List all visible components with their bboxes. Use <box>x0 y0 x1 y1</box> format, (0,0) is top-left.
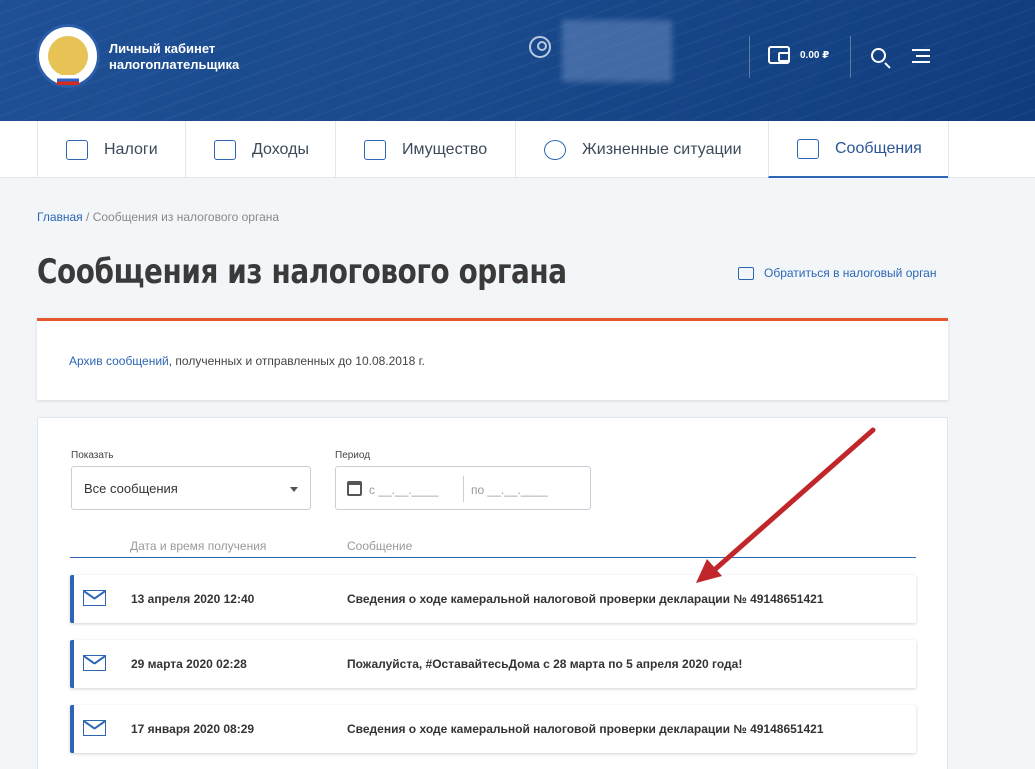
period-from-input[interactable]: с __.__.____ <box>369 483 438 497</box>
fns-logo[interactable] <box>36 24 100 88</box>
header-divider <box>749 36 750 78</box>
search-icon[interactable] <box>871 48 886 63</box>
nav-item-label: Жизненные ситуации <box>582 140 742 158</box>
brand-title[interactable]: Личный кабинет налогоплательщика <box>109 41 269 73</box>
period-to-input[interactable]: по __.__.____ <box>471 483 548 497</box>
archive-text: Архив сообщений, полученных и отправленн… <box>69 354 425 368</box>
header-divider <box>70 557 916 558</box>
site-header: Личный кабинет налогоплательщика 0.00 ₽ <box>0 0 1035 121</box>
calendar-icon[interactable] <box>347 481 362 496</box>
balance-amount[interactable]: 0.00 ₽ <box>800 50 829 61</box>
main-nav: Налоги Доходы Имущество Жизненные ситуац… <box>0 121 1035 178</box>
column-header-message: Сообщение <box>347 539 413 553</box>
contact-tax-office-link[interactable]: Обратиться в налоговый орган <box>738 266 936 280</box>
chevron-down-icon <box>290 487 298 492</box>
message-subject: Сведения о ходе камеральной налоговой пр… <box>347 722 824 736</box>
nav-divider <box>948 121 949 178</box>
archive-notice: Архив сообщений, полученных и отправленн… <box>37 318 948 400</box>
breadcrumb: Главная / Сообщения из налогового органа <box>37 210 279 224</box>
brand-line1: Личный кабинет <box>109 41 216 56</box>
nav-item-taxes[interactable]: Налоги <box>37 121 185 178</box>
nav-item-income[interactable]: Доходы <box>185 121 335 178</box>
house-icon <box>364 139 386 160</box>
contact-link-label: Обратиться в налоговый орган <box>764 266 937 280</box>
show-label: Показать <box>71 450 114 461</box>
people-icon <box>544 139 566 160</box>
wallet-icon[interactable] <box>768 46 790 64</box>
header-divider <box>850 36 851 78</box>
nav-item-label: Налоги <box>104 140 158 158</box>
nav-item-label: Сообщения <box>835 139 922 157</box>
nav-item-messages[interactable]: Сообщения <box>768 121 948 178</box>
brand-line2: налогоплательщика <box>109 57 240 72</box>
nav-item-label: Имущество <box>402 140 488 158</box>
breadcrumb-current: Сообщения из налогового органа <box>92 210 280 224</box>
message-date: 17 января 2020 08:29 <box>131 722 255 736</box>
user-icon[interactable] <box>529 36 551 58</box>
page-title: Сообщения из налогового органа <box>37 252 567 292</box>
emblem-icon <box>48 36 88 76</box>
breadcrumb-home[interactable]: Главная <box>37 210 83 224</box>
menu-icon[interactable] <box>912 49 930 64</box>
message-row[interactable]: 13 апреля 2020 12:40 Сведения о ходе кам… <box>70 575 916 623</box>
nav-item-label: Доходы <box>252 140 309 158</box>
user-name-redacted[interactable] <box>562 20 672 82</box>
envelope-icon <box>83 590 106 606</box>
message-date: 29 марта 2020 02:28 <box>131 657 247 671</box>
message-row[interactable]: 29 марта 2020 02:28 Пожалуйста, #Оставай… <box>70 640 916 688</box>
chat-icon <box>738 266 754 280</box>
message-subject: Пожалуйста, #ОставайтесьДома с 28 марта … <box>347 657 743 671</box>
period-label: Период <box>335 450 371 461</box>
show-filter-select[interactable]: Все сообщения <box>71 466 311 510</box>
envelope-icon <box>797 138 819 159</box>
coins-icon <box>214 139 236 160</box>
period-field: с __.__.____ по __.__.____ <box>335 466 591 510</box>
nav-item-life-situations[interactable]: Жизненные ситуации <box>515 121 768 178</box>
column-header-date[interactable]: Дата и время получения <box>130 539 266 553</box>
messages-panel: Показать Все сообщения Период с __.__.__… <box>37 417 948 769</box>
message-date: 13 апреля 2020 12:40 <box>131 592 255 606</box>
flag-icon <box>57 75 79 85</box>
archive-link[interactable]: Архив сообщений <box>69 354 169 368</box>
message-subject: Сведения о ходе камеральной налоговой пр… <box>347 592 824 606</box>
envelope-icon <box>83 720 106 736</box>
nav-item-property[interactable]: Имущество <box>335 121 515 178</box>
breadcrumb-separator: / <box>82 210 93 224</box>
calculator-icon <box>66 139 88 160</box>
period-divider <box>463 476 464 502</box>
show-filter-value: Все сообщения <box>84 480 178 496</box>
message-row[interactable]: 17 января 2020 08:29 Сведения о ходе кам… <box>70 705 916 753</box>
envelope-icon <box>83 655 106 671</box>
archive-description: , полученных и отправленных до 10.08.201… <box>168 354 425 368</box>
